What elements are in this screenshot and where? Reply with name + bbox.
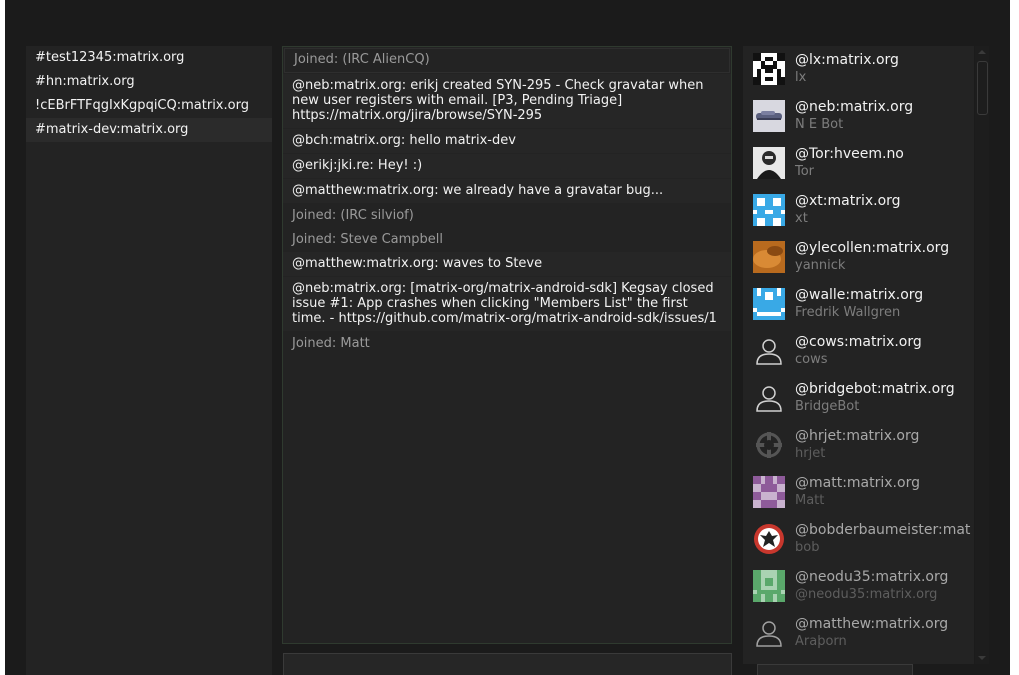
member-item[interactable]: @neb:matrix.org N E Bot	[743, 93, 974, 140]
message-timeline: Joined: (IRC AlienCQ) @neb:matrix.org: e…	[282, 46, 732, 644]
member-name: @cows:matrix.org	[795, 334, 922, 350]
member-name: @bobderbaumeister:mat	[795, 522, 971, 538]
room-item[interactable]: #test12345:matrix.org	[26, 46, 272, 70]
person-photo-icon	[753, 147, 785, 179]
member-item[interactable]: @lx:matrix.org lx	[743, 46, 974, 93]
default-user-icon	[753, 335, 785, 367]
default-user-icon	[753, 617, 785, 649]
member-display-name: Tor	[795, 164, 815, 179]
member-name: @ylecollen:matrix.org	[795, 240, 950, 256]
identicon-purple-icon	[753, 476, 785, 508]
eagle-crest-icon	[753, 523, 785, 555]
member-item[interactable]: @bobderbaumeister:mat bob	[743, 516, 974, 563]
member-item[interactable]: @walle:matrix.org Fredrik Wallgren	[743, 281, 974, 328]
member-display-name: xt	[795, 211, 808, 226]
member-display-name: hrjet	[795, 446, 826, 461]
member-list: @lx:matrix.org lx @neb:matrix.org N E Bo…	[743, 46, 974, 664]
timeline-event: Joined: Steve Campbell	[283, 228, 731, 252]
member-name: @lx:matrix.org	[795, 52, 899, 68]
member-display-name: @neodu35:matrix.org	[795, 587, 938, 602]
scroll-down-icon[interactable]	[978, 656, 986, 660]
member-display-name: BridgeBot	[795, 399, 860, 414]
member-item[interactable]: @xt:matrix.org xt	[743, 187, 974, 234]
timeline-event: @neb:matrix.org: erikj created SYN-295 -…	[283, 74, 731, 128]
timeline-event: @erikj:jki.re: Hey! :)	[283, 154, 731, 178]
member-display-name: Fredrik Wallgren	[795, 305, 901, 320]
member-display-name: cows	[795, 352, 828, 367]
timeline-event: Joined: Matt	[283, 332, 731, 356]
member-name: @neb:matrix.org	[795, 99, 914, 115]
member-filter-input[interactable]	[757, 664, 913, 675]
member-item[interactable]: @matt:matrix.org Matt	[743, 469, 974, 516]
identicon-green-icon	[753, 570, 785, 602]
member-item[interactable]: @ylecollen:matrix.org yannick	[743, 234, 974, 281]
member-name: @walle:matrix.org	[795, 287, 924, 303]
member-item[interactable]: @Tor:hveem.no Tor	[743, 140, 974, 187]
timeline-event: @matthew:matrix.org: waves to Steve	[283, 252, 731, 276]
member-display-name: Matt	[795, 493, 825, 508]
member-item[interactable]: @bridgebot:matrix.org BridgeBot	[743, 375, 974, 422]
room-item-active[interactable]: #matrix-dev:matrix.org	[26, 118, 272, 142]
member-display-name: Araþorn	[795, 634, 847, 649]
robot-avatar-icon	[753, 100, 785, 132]
member-name: @Tor:hveem.no	[795, 146, 904, 162]
default-user-icon	[753, 382, 785, 414]
member-name: @neodu35:matrix.org	[795, 569, 949, 585]
room-item[interactable]: #hn:matrix.org	[26, 70, 272, 94]
timeline-event: @neb:matrix.org: [matrix-org/matrix-andr…	[283, 277, 731, 331]
member-list-scrollbar[interactable]	[975, 46, 989, 664]
member-display-name: N E Bot	[795, 117, 844, 132]
member-name: @bridgebot:matrix.org	[795, 381, 955, 397]
timeline-event: Joined: (IRC AlienCQ)	[284, 48, 730, 73]
message-input[interactable]	[283, 653, 732, 675]
timeline-event: @bch:matrix.org: hello matrix-dev	[283, 129, 731, 153]
member-item[interactable]: @neodu35:matrix.org @neodu35:matrix.org	[743, 563, 974, 610]
identicon-checker-icon	[753, 53, 785, 85]
identicon-blue-face-icon	[753, 288, 785, 320]
member-item[interactable]: @hrjet:matrix.org hrjet	[743, 422, 974, 469]
member-name: @xt:matrix.org	[795, 193, 901, 209]
scroll-up-icon[interactable]	[978, 50, 986, 54]
gear-shape-icon	[753, 429, 785, 461]
scroll-thumb[interactable]	[977, 61, 988, 115]
timeline-event: @matthew:matrix.org: we already have a g…	[283, 179, 731, 203]
member-display-name: lx	[795, 70, 807, 85]
identicon-blue-icon	[753, 194, 785, 226]
member-display-name: yannick	[795, 258, 846, 273]
member-item[interactable]: @cows:matrix.org cows	[743, 328, 974, 375]
member-item[interactable]: @matthew:matrix.org Araþorn	[743, 610, 974, 657]
orange-photo-icon	[753, 241, 785, 273]
member-name: @matt:matrix.org	[795, 475, 920, 491]
member-name: @hrjet:matrix.org	[795, 428, 920, 444]
member-display-name: bob	[795, 540, 820, 555]
member-name: @matthew:matrix.org	[795, 616, 949, 632]
room-item[interactable]: !cEBrFTFqgIxKgpqiCQ:matrix.org	[26, 94, 272, 118]
room-list: #test12345:matrix.org #hn:matrix.org !cE…	[26, 46, 272, 675]
timeline-event: Joined: (IRC silviof)	[283, 204, 731, 228]
